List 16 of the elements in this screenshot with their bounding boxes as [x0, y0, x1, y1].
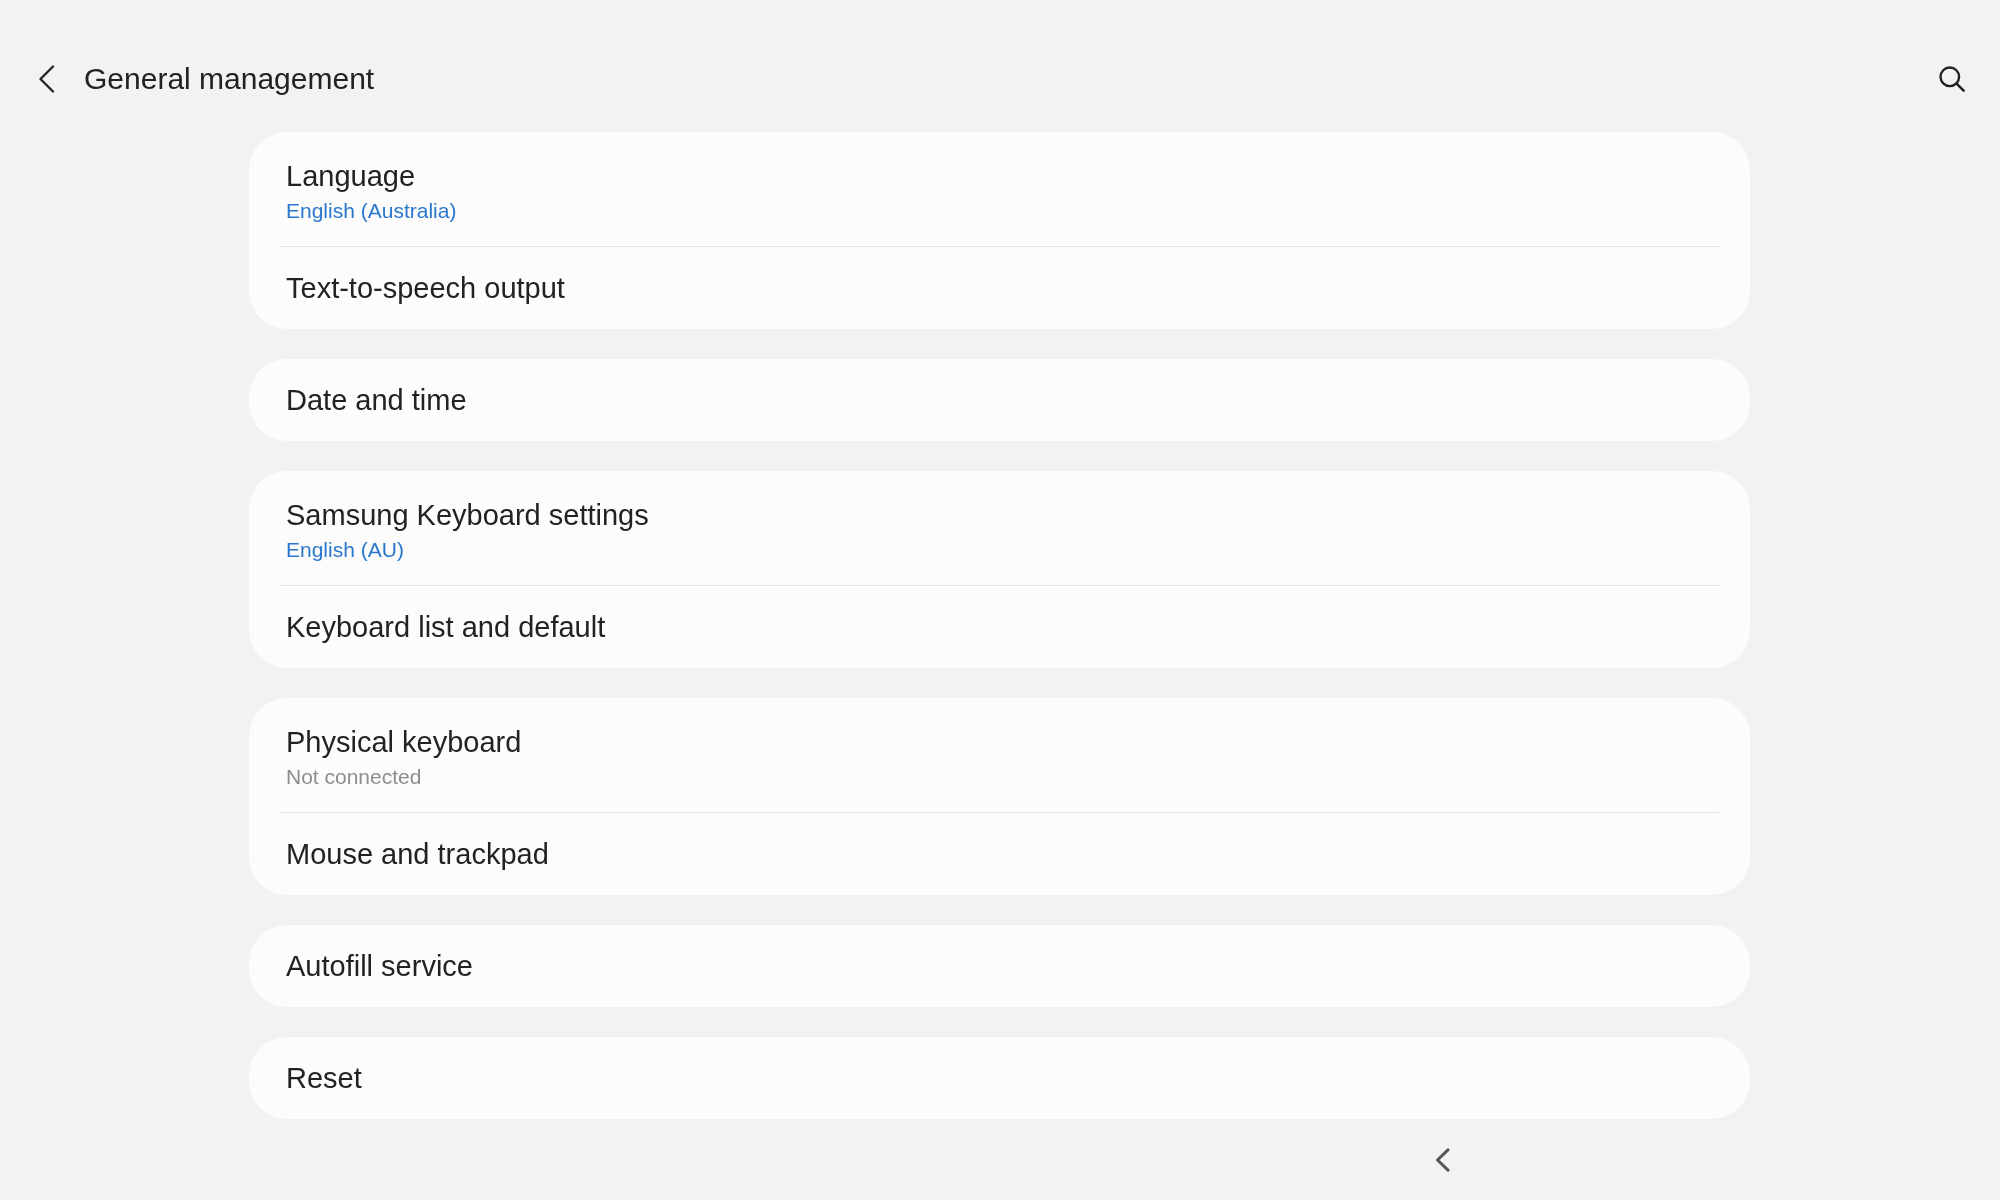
setting-title[interactable]: Text-to-speech output [286, 271, 1713, 305]
setting-status: Not connected [286, 764, 423, 790]
page-title: General management [84, 61, 376, 97]
chevron-left-icon [1434, 1147, 1450, 1172]
search-icon [1939, 66, 1965, 92]
setting-title[interactable]: Mouse and trackpad [286, 837, 1713, 871]
setting-title[interactable]: Physical keyboard [286, 725, 1713, 759]
setting-title[interactable]: Autofill service [286, 949, 1713, 983]
chevron-left-icon [37, 65, 55, 93]
setting-value: English (Australia) [286, 198, 458, 224]
setting-title[interactable]: Samsung Keyboard settings [286, 498, 1713, 532]
setting-title[interactable]: Keyboard list and default [286, 610, 1713, 644]
setting-value: English (AU) [286, 537, 405, 563]
setting-title[interactable]: Reset [286, 1061, 1713, 1095]
setting-title[interactable]: Date and time [286, 383, 1713, 417]
setting-title[interactable]: Language [286, 159, 1713, 193]
